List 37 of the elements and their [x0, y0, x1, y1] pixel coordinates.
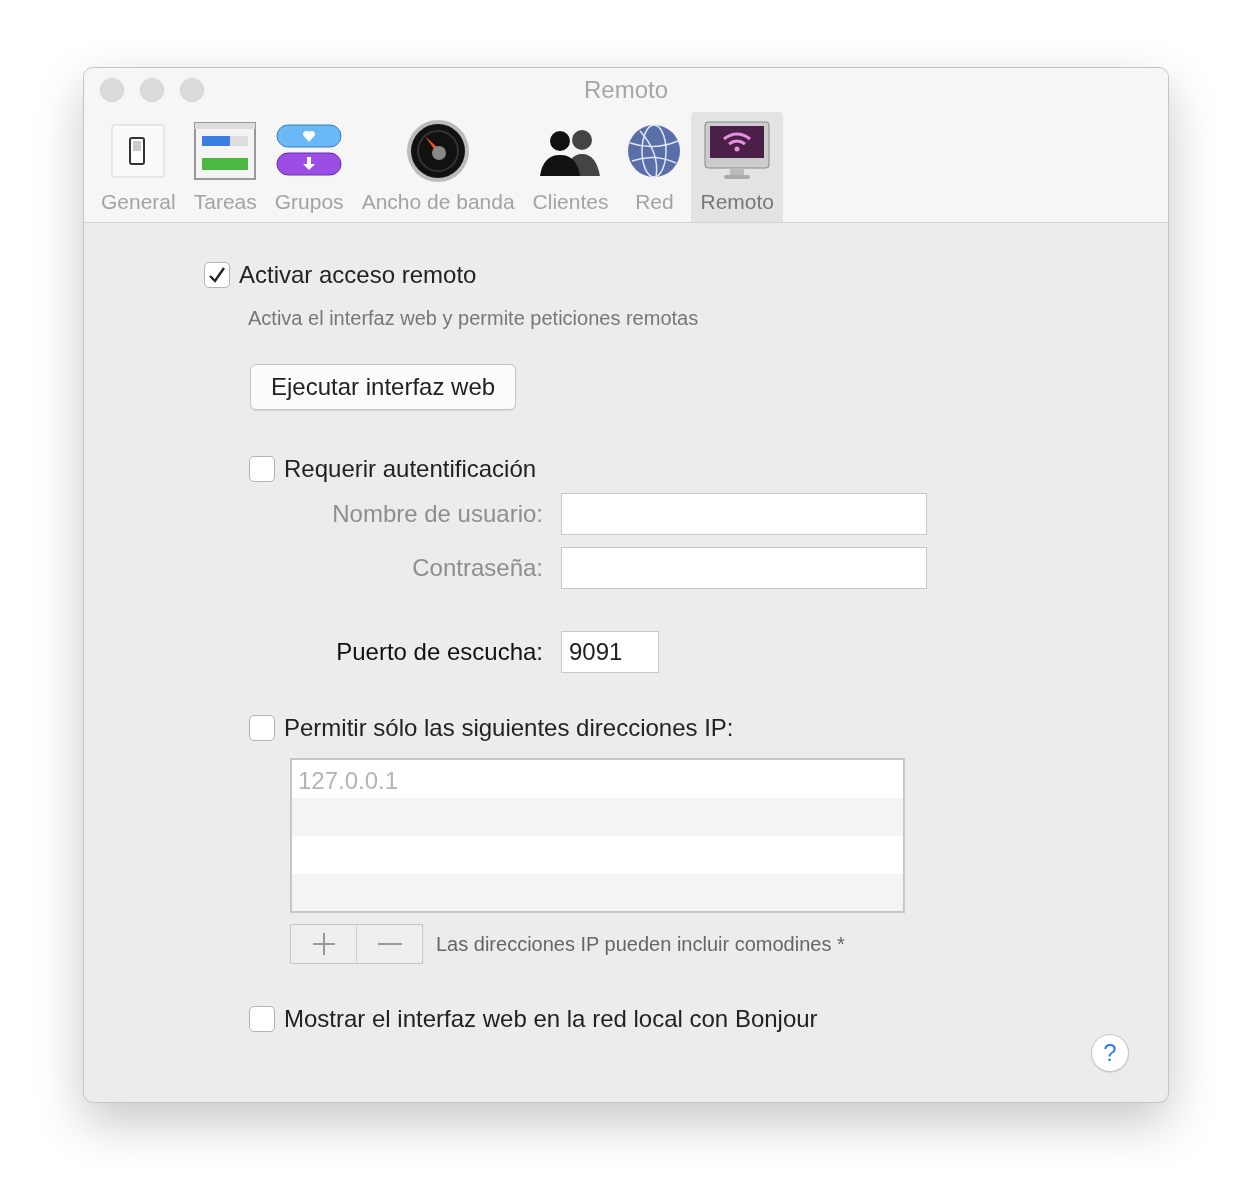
- gauge-icon: [406, 119, 471, 183]
- monitor-wifi-icon: [704, 121, 771, 181]
- task-list-icon: [194, 122, 257, 180]
- toolbar-tab[interactable]: Clientes: [523, 112, 618, 222]
- checkbox-label: Permitir sólo las siguientes direcciones IP:: [284, 714, 734, 742]
- window-title: Remoto: [583, 76, 668, 104]
- checkbox-label: Activar acceso remoto: [239, 261, 477, 289]
- window-control-button[interactable]: [100, 78, 124, 102]
- field-label: Nombre de usuario:: [331, 500, 544, 528]
- checkbox-label: Mostrar el interfaz web en la red local con Bonjour: [284, 1005, 818, 1033]
- checkbox[interactable]: [249, 456, 275, 482]
- plus-icon: [311, 932, 336, 956]
- minus-icon: [377, 942, 402, 946]
- checkbox[interactable]: [249, 1006, 275, 1032]
- toolbar-tab[interactable]: Remoto: [691, 112, 783, 222]
- list-item[interactable]: 127.0.0.1: [292, 760, 903, 798]
- checkbox[interactable]: [249, 715, 275, 741]
- checkbox[interactable]: [204, 262, 230, 288]
- field-label: Contraseña:: [411, 554, 544, 582]
- toolbar-tab[interactable]: Ancho de banda: [352, 112, 524, 222]
- toolbar-tab[interactable]: Red: [617, 112, 692, 222]
- checkbox-label: Requerir autentificación: [284, 455, 537, 483]
- toolbar-tab[interactable]: Tareas: [184, 112, 266, 222]
- field-label: Puerto de escucha:: [335, 638, 544, 666]
- toolbar-tab[interactable]: General: [92, 112, 185, 222]
- ip-address-list[interactable]: 127.0.0.1: [290, 758, 905, 913]
- hint-text: Las direcciones IP pueden incluir comodines *: [436, 932, 845, 956]
- help-button[interactable]: ?: [1091, 1034, 1129, 1072]
- switch-icon: [110, 123, 167, 179]
- window-control-button[interactable]: [180, 78, 204, 102]
- launch-web-interface-button[interactable]: Ejecutar interfaz web: [250, 364, 517, 410]
- globe-icon: [626, 123, 683, 179]
- description-text: Activa el interfaz web y permite peticiones remotas: [248, 307, 700, 330]
- toolbar-tab[interactable]: Grupos: [265, 112, 353, 222]
- window-control-button[interactable]: [140, 78, 164, 102]
- port-field[interactable]: 9091: [561, 631, 659, 673]
- heart-and-arrow-icon: [276, 123, 343, 179]
